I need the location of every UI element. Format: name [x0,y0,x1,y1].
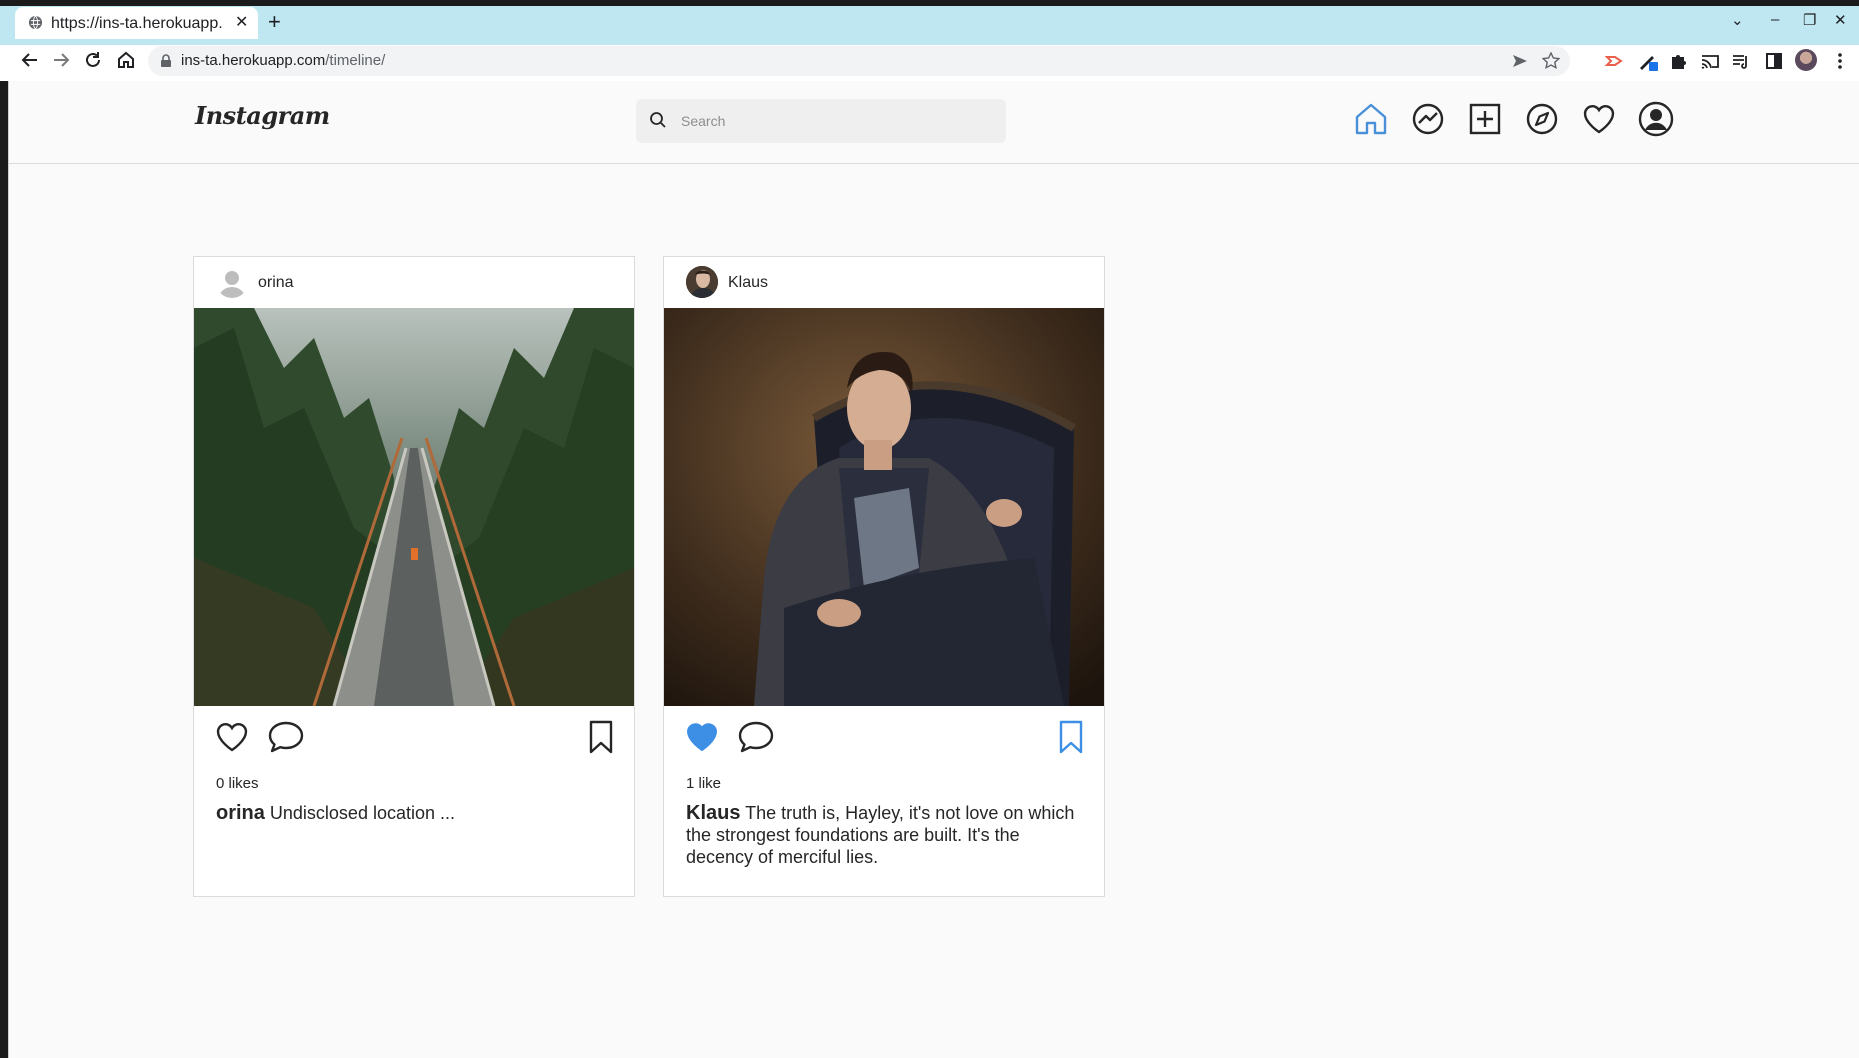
post-image-forest-bridge[interactable] [194,308,634,706]
send-icon[interactable] [1512,53,1528,69]
profile-icon[interactable] [1638,101,1674,137]
likes-count[interactable]: 0 likes [216,775,259,792]
post-actions [664,719,1104,759]
menu-dots-icon[interactable] [1829,50,1851,72]
address-bar[interactable]: ins-ta.herokuapp.com/timeline/ [148,46,1570,76]
tab-title: https://ins-ta.herokuapp. [51,15,223,32]
caption-text: The truth is, Hayley, it's not love on w… [686,803,1075,867]
avatar[interactable] [686,266,718,298]
post-actions [194,719,634,759]
like-heart-icon[interactable] [214,719,250,755]
default-avatar-icon [219,271,245,298]
post-caption: Klaus The truth is, Hayley, it's not lov… [686,802,1086,868]
liked-heart-icon[interactable] [684,719,720,755]
restore-icon[interactable]: ❐ [1803,11,1816,29]
lock-icon [161,54,171,67]
post-header: Klaus [664,257,1104,309]
reload-icon[interactable] [82,49,104,71]
forward-icon[interactable] [50,49,72,71]
search-input[interactable]: Search [636,99,1006,143]
comment-icon[interactable] [736,719,776,755]
window-close-icon[interactable]: ✕ [1834,11,1847,29]
extensions-puzzle-icon[interactable] [1667,50,1689,72]
save-bookmark-icon[interactable] [586,719,616,755]
caption-username[interactable]: Klaus [686,802,740,824]
saved-bookmark-icon[interactable] [1056,719,1086,755]
post-header: orina [194,257,634,309]
likes-count[interactable]: 1 like [686,775,721,792]
globe-icon [28,15,43,30]
user-photo-avatar [686,266,718,298]
home-icon[interactable] [1353,101,1389,137]
extension-red-icon[interactable] [1603,50,1625,72]
activity-heart-icon[interactable] [1581,101,1617,137]
side-panel-icon[interactable] [1763,50,1785,72]
back-icon[interactable] [19,49,41,71]
post-caption: orina Undisclosed location ... [216,802,616,824]
bookmark-star-icon[interactable] [1542,52,1560,70]
tab-close-icon[interactable]: ✕ [235,12,248,32]
cast-icon[interactable] [1699,50,1721,72]
page-border [8,81,9,1058]
new-tab-button[interactable]: + [268,9,281,35]
minimize-icon[interactable]: – [1771,11,1779,28]
post-image-man-in-chair[interactable] [664,308,1104,706]
new-post-icon[interactable] [1467,101,1503,137]
comment-icon[interactable] [266,719,306,755]
browser-tab[interactable]: https://ins-ta.herokuapp. ✕ [15,7,258,39]
post-username[interactable]: orina [258,274,294,292]
extension-pen-icon[interactable] [1637,50,1659,72]
post-username[interactable]: Klaus [728,274,768,292]
search-icon [650,112,666,128]
avatar[interactable] [216,266,248,298]
post-card: Klaus 1 like Klaus The truth is, Hayley,… [663,256,1105,897]
caption-text: Undisclosed location ... [264,803,456,823]
profile-avatar[interactable] [1795,49,1817,71]
media-queue-icon[interactable] [1730,50,1752,72]
instagram-logo[interactable]: Instagram [195,101,330,130]
post-card: orina 0 likes orina Undisclosed location… [193,256,635,897]
url-text: ins-ta.herokuapp.com/timeline/ [181,52,386,69]
explore-icon[interactable] [1524,101,1560,137]
tab-search-icon[interactable]: ⌄ [1731,11,1744,29]
search-placeholder: Search [681,113,726,129]
home-page-icon[interactable] [115,49,137,71]
screen-edge [0,81,8,1058]
messenger-icon[interactable] [1410,101,1446,137]
caption-username[interactable]: orina [216,802,265,824]
